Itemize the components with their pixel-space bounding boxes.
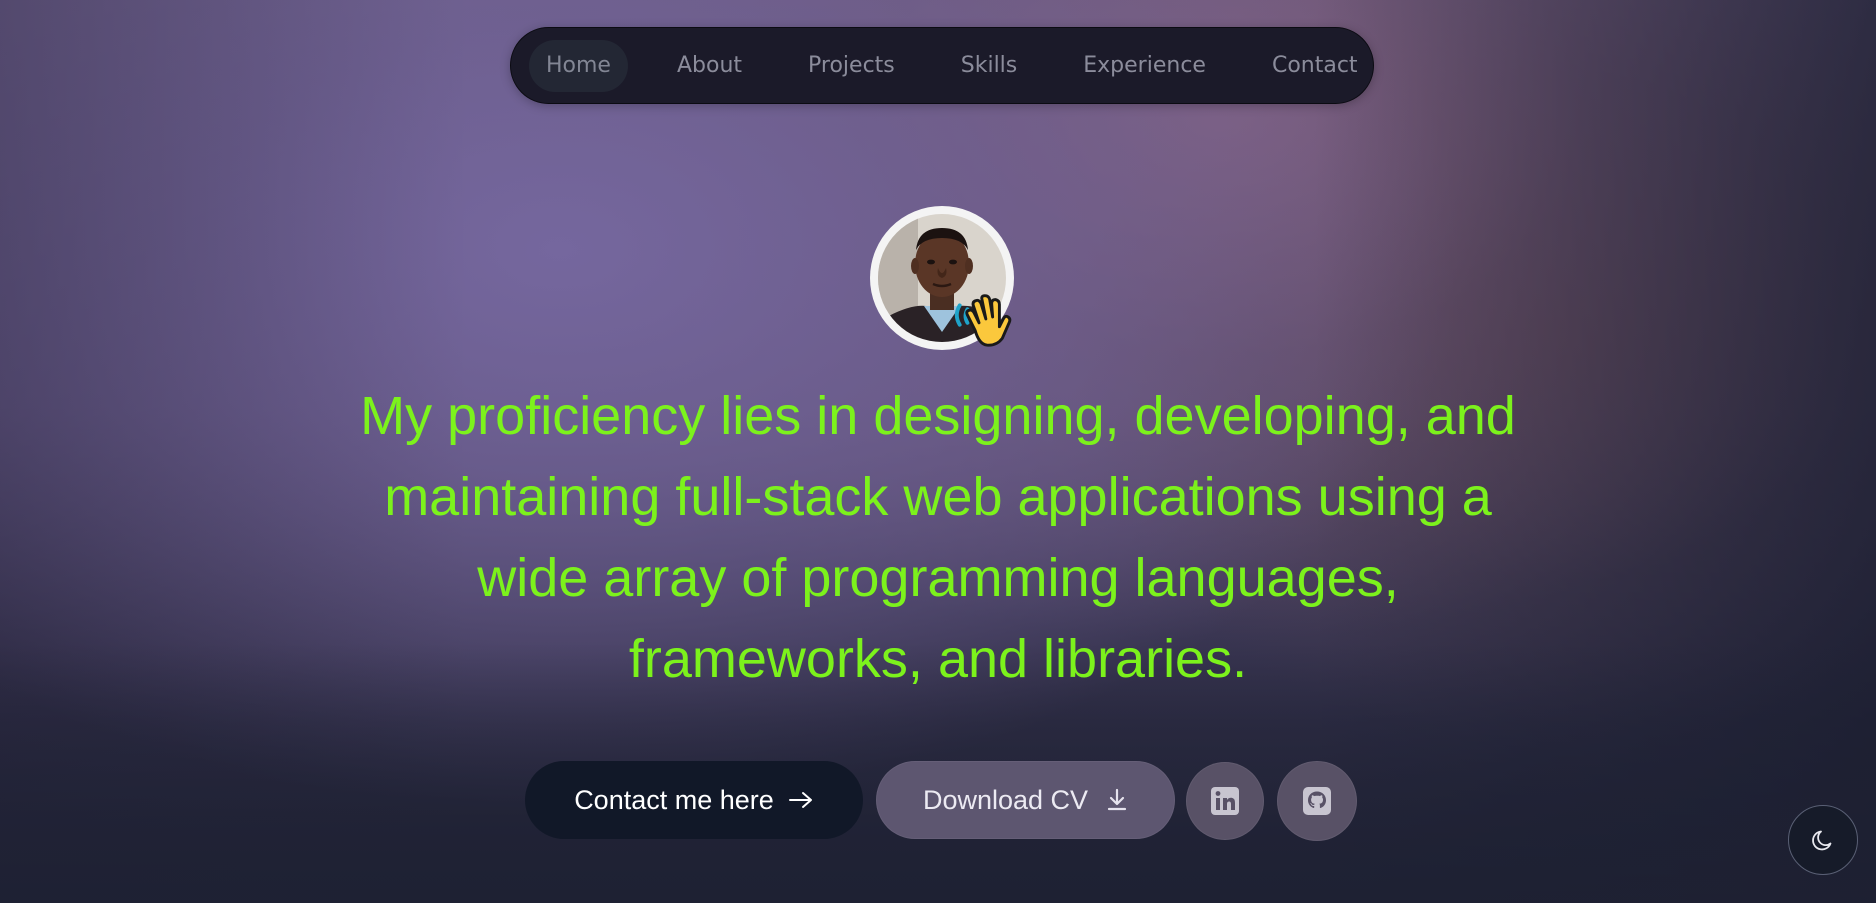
linkedin-icon	[1211, 787, 1239, 815]
nav-item-experience[interactable]: Experience	[1066, 40, 1223, 92]
nav-item-projects[interactable]: Projects	[791, 40, 912, 92]
nav-item-home[interactable]: Home	[529, 39, 628, 92]
download-cv-label: Download CV	[922, 784, 1089, 815]
nav-item-contact[interactable]: Contact	[1255, 40, 1375, 92]
contact-me-button[interactable]: Contact me here	[525, 761, 863, 839]
theme-toggle-button[interactable]	[1788, 805, 1858, 875]
hero-headline: My proficiency lies in designing, develo…	[360, 386, 1516, 689]
github-button[interactable]	[1277, 761, 1357, 841]
main-navigation: Home About Projects Skills Experience Co…	[510, 27, 1374, 104]
download-icon	[1107, 788, 1127, 811]
github-icon	[1303, 787, 1331, 815]
arrow-right-icon	[788, 792, 812, 808]
avatar	[870, 206, 1014, 350]
nav-item-skills[interactable]: Skills	[944, 40, 1035, 92]
moon-icon	[1812, 830, 1832, 851]
linkedin-button[interactable]	[1186, 762, 1264, 840]
nav-item-about[interactable]: About	[660, 40, 759, 92]
contact-button-label: Contact me here	[574, 784, 774, 815]
waving-hand-icon	[954, 294, 1012, 347]
download-cv-button[interactable]: Download CV	[876, 761, 1175, 839]
